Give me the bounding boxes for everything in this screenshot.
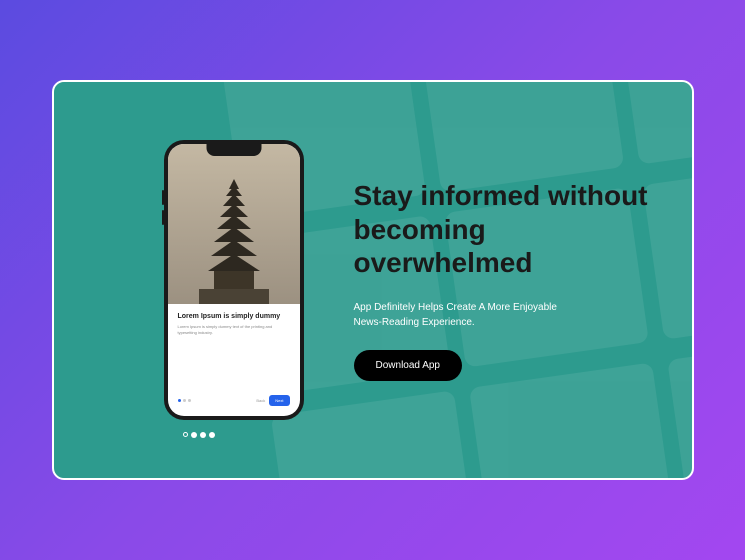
carousel-dot-active[interactable]	[191, 432, 197, 438]
download-app-button[interactable]: Download App	[354, 350, 463, 381]
phone-nav-actions: Back Next	[256, 395, 289, 406]
hero-card: Lorem Ipsum is simply dummy Lorem Ipsum …	[52, 80, 694, 480]
carousel-dot[interactable]	[183, 432, 188, 437]
phone-side-button	[162, 190, 164, 205]
phone-mockup: Lorem Ipsum is simply dummy Lorem Ipsum …	[164, 140, 304, 420]
phone-dot-active	[178, 399, 181, 402]
phone-article-title: Lorem Ipsum is simply dummy	[178, 312, 290, 321]
phone-dot	[188, 399, 191, 402]
carousel-pagination	[183, 432, 215, 438]
pagoda-icon	[199, 174, 269, 304]
phone-notch	[206, 144, 261, 156]
phone-hero-image	[168, 144, 300, 304]
phone-mockup-wrapper: Lorem Ipsum is simply dummy Lorem Ipsum …	[94, 140, 304, 420]
carousel-dot[interactable]	[200, 432, 206, 438]
hero-subtext: App Definitely Helps Create A More Enjoy…	[354, 300, 574, 330]
phone-pagination-dots	[178, 399, 191, 402]
phone-article-content: Lorem Ipsum is simply dummy Lorem Ipsum …	[168, 304, 300, 343]
phone-footer: Back Next	[168, 395, 300, 406]
phone-back-button: Back	[256, 398, 265, 403]
hero-headline: Stay informed without becoming overwhelm…	[354, 179, 652, 280]
hero-text-content: Stay informed without becoming overwhelm…	[354, 179, 652, 381]
phone-next-button: Next	[269, 395, 289, 406]
phone-screen: Lorem Ipsum is simply dummy Lorem Ipsum …	[168, 144, 300, 416]
carousel-dot[interactable]	[209, 432, 215, 438]
phone-side-button	[162, 210, 164, 225]
phone-dot	[183, 399, 186, 402]
phone-article-description: Lorem Ipsum is simply dummy text of the …	[178, 324, 290, 335]
